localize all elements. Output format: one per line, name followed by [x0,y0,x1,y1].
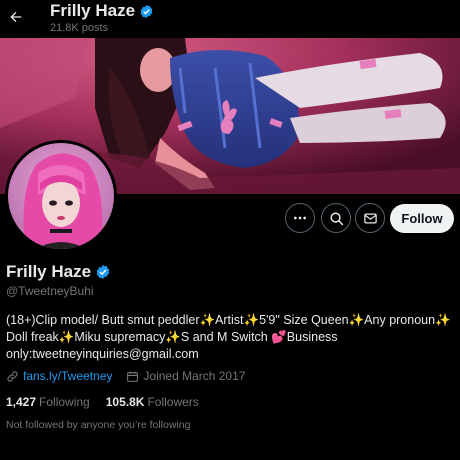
avatar[interactable] [5,140,117,252]
profile-handle: @TweetneyBuhi [6,284,94,298]
profile-bio: (18+)Clip model/ Butt smut peddler✨Artis… [6,312,458,363]
more-icon [294,216,306,220]
header-name: Frilly Haze [50,1,136,20]
follow-stats: 1,427 Following 105.8K Followers [6,395,199,409]
bio-line: Doll freak✨Miku supremacy✨S and M Switch… [6,330,338,344]
joined-date-text: Joined March 2017 [143,369,246,383]
header-post-count: 21.8K posts [50,22,109,34]
verified-badge-icon[interactable] [95,264,111,280]
avatar-photo [8,143,114,249]
verified-badge-icon [140,4,153,18]
calendar-icon [127,371,139,382]
arrow-left-icon [10,11,22,23]
envelope-icon [363,213,377,223]
following-count: 1,427 [6,395,37,409]
header-title: Frilly Haze [50,1,154,21]
followers-label: Followers [147,395,199,409]
bio-line: (18+)Clip model/ Butt smut peddler✨Artis… [6,313,451,327]
follow-button[interactable]: Follow [390,204,454,233]
profile-meta: fans.ly/Tweetney Joined March 2017 [6,369,245,383]
back-button[interactable] [2,3,30,31]
following-link[interactable]: 1,427 Following [6,395,90,409]
profile-link-url[interactable]: fans.ly/Tweetney [23,369,112,383]
profile-name-text: Frilly Haze [6,262,92,281]
search-icon [329,211,343,225]
joined-date: Joined March 2017 [126,369,245,383]
search-posts-button[interactable] [321,203,351,233]
profile-header-bar: Frilly Haze 21.8K posts [0,0,460,38]
following-label: Following [39,395,90,409]
more-options-button[interactable] [285,203,315,233]
profile-link: fans.ly/Tweetney [6,369,112,383]
profile-display-name: Frilly Haze [6,262,111,282]
link-icon [7,370,18,382]
message-button[interactable] [355,203,385,233]
followers-link[interactable]: 105.8K Followers [106,395,199,409]
bio-line: only:tweetneyinquiries@gmail.com [6,347,199,361]
followed-by-note: Not followed by anyone you’re following [6,419,191,431]
followers-count: 105.8K [105,395,145,409]
